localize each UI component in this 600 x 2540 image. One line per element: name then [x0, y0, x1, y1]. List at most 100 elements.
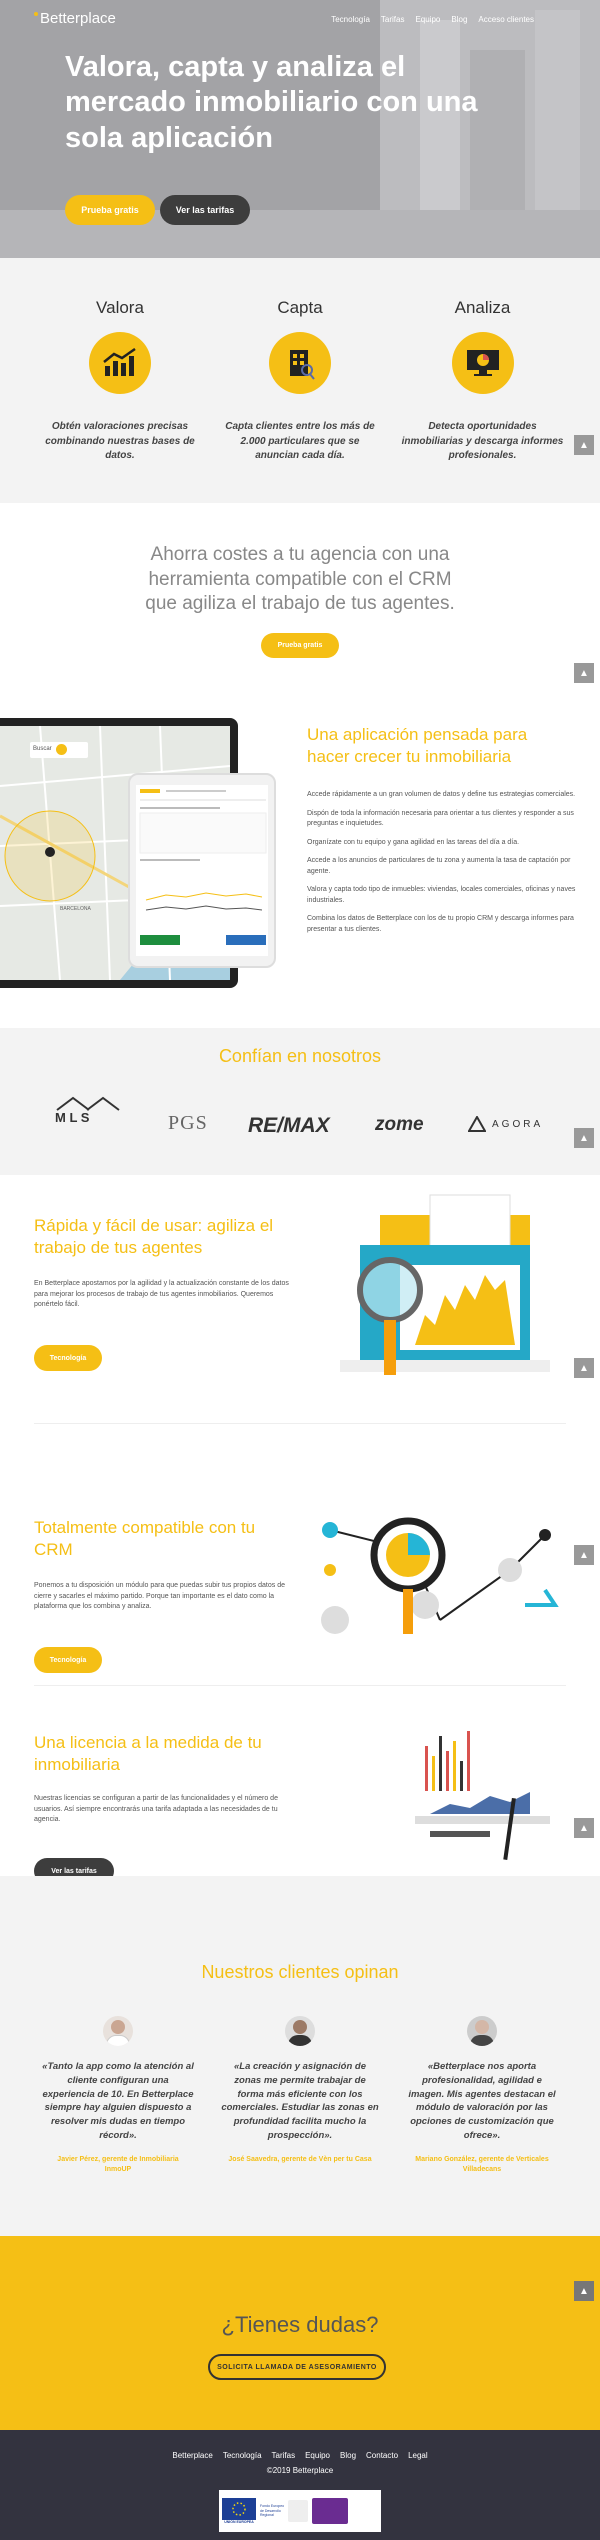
scroll-top-button[interactable]: ▲: [574, 663, 594, 683]
footer-link-betterplace[interactable]: Betterplace: [172, 2451, 212, 2460]
testimonial-card: «Betterplace nos aporta profesionalidad, …: [402, 2016, 562, 2176]
scroll-top-button[interactable]: ▲: [574, 1545, 594, 1565]
scroll-top-button[interactable]: ▲: [574, 435, 594, 455]
hero-trial-button[interactable]: Prueba gratis: [65, 195, 155, 225]
hero-section: Betterplace Tecnología Tarifas Equipo Bl…: [0, 0, 600, 258]
avatar: [103, 2016, 133, 2046]
footer-link-tarifas[interactable]: Tarifas: [272, 2451, 296, 2460]
chart-up-icon: [89, 332, 151, 394]
map-city-label: BARCELONA: [60, 906, 91, 912]
app-paragraph: Organízate con tu equipo y gana agilidad…: [307, 838, 520, 846]
app-section: Buscar BARCELONA Una aplicación pensada …: [0, 698, 600, 1028]
nav-acceso-clientes[interactable]: Acceso clientes: [478, 15, 534, 24]
testimonial-card: «La creación y asignación de zonas me per…: [220, 2016, 380, 2165]
feature-capta: Capta Capta clientes entre los más de 2.…: [220, 298, 380, 464]
eu-funding-banner: UNIÓN EUROPEA Fondo Europeo de Desarrollo…: [219, 2490, 381, 2532]
client-logo-mls: M L S: [55, 1096, 120, 1125]
scroll-top-button[interactable]: ▲: [574, 1358, 594, 1378]
app-paragraph: Combina los datos de Betterplace con los…: [307, 915, 574, 933]
crm-technology-button[interactable]: Tecnología: [34, 1647, 102, 1673]
logo-text: Betterplace: [40, 10, 116, 27]
testimonial-quote: «Betterplace nos aporta profesionalidad, …: [408, 2061, 556, 2141]
feature-text: Capta clientes entre los más de 2.000 pa…: [225, 421, 375, 461]
section-divider: [34, 1423, 566, 1424]
license-section: Una licencia a la medida de tu inmobilia…: [0, 1686, 600, 1876]
feature-text: Detecta oportunidades inmobiliarias y de…: [401, 421, 564, 461]
mls-house-icon: [56, 1096, 120, 1111]
hero-rates-button[interactable]: Ver las tarifas: [160, 195, 250, 225]
crm-network-illustration: [321, 1517, 559, 1634]
scroll-top-button[interactable]: ▲: [574, 1818, 594, 1838]
footer: Betterplace Tecnología Tarifas Equipo Bl…: [0, 2430, 600, 2540]
testimonial-author: José Saavedra, gerente de Vèn per tu Cas…: [228, 2155, 372, 2163]
crm-section: Totalmente compatible con tu CRM Ponemos…: [0, 1425, 600, 1650]
fast-text: En Betterplace apostamos por la agilidad…: [34, 1280, 289, 1308]
footer-links: Betterplace Tecnología Tarifas Equipo Bl…: [0, 2451, 600, 2460]
footer-link-equipo[interactable]: Equipo: [305, 2451, 330, 2460]
hero-title-line-1: Valora, capta y analiza el: [65, 51, 406, 83]
footer-link-contacto[interactable]: Contacto: [366, 2451, 398, 2460]
hero-title-line-3: sola aplicación: [65, 121, 273, 154]
client-logo-remax: RE/MAX: [248, 1114, 330, 1137]
app-paragraphs: Accede rápidamente a un gran volumen de …: [307, 790, 577, 935]
fast-title: Rápida y fácil de usar: agiliza el traba…: [34, 1216, 274, 1258]
eu-flag-icon: UNIÓN EUROPEA: [222, 2498, 256, 2524]
magnifier-laptop-illustration: [340, 1194, 550, 1375]
government-seal-icon: [288, 2500, 309, 2522]
feature-text: Obtén valoraciones precisas combinando n…: [45, 421, 195, 461]
testimonial-author: Javier Pérez, gerente de Inmobiliaria Inm…: [57, 2155, 179, 2174]
savings-text: Ahorra costes a tu agencia con una herra…: [145, 544, 455, 615]
trust-title: Confían en nosotros: [218, 1046, 382, 1066]
testimonials-section: Nuestros clientes opinan «Tanto la app c…: [0, 1876, 600, 2236]
footer-link-tecnologia[interactable]: Tecnología: [223, 2451, 262, 2460]
erdf-text: Fondo Europeo de Desarrollo Regional: [260, 2504, 285, 2518]
fast-technology-button[interactable]: Tecnología: [34, 1345, 102, 1371]
client-logo-pgs: PGS: [168, 1112, 208, 1134]
building-magnifier-icon: [269, 332, 331, 394]
feature-title: Analiza: [454, 298, 511, 317]
feature-analiza: Analiza Detecta oportunidades inmobiliar…: [400, 298, 565, 464]
nav-blog[interactable]: Blog: [451, 15, 467, 24]
crm-title: Totalmente compatible con tu CRM: [34, 1518, 256, 1560]
license-title: Una licencia a la medida de tu inmobilia…: [34, 1733, 262, 1775]
client-logo-zome: zome: [375, 1114, 424, 1135]
app-paragraph: Dispón de toda la información necesaria …: [307, 809, 574, 828]
app-paragraph: Valora y capta todo tipo de inmuebles: v…: [307, 886, 576, 904]
savings-section: Ahorra costes a tu agencia con una herra…: [0, 503, 600, 698]
avatar: [285, 2016, 315, 2046]
feature-title: Valora: [96, 298, 144, 317]
avatar: [467, 2016, 497, 2046]
license-text: Nuestras licencias se configuran a parti…: [34, 1795, 278, 1823]
app-paragraph: Accede rápidamente a un gran volumen de …: [307, 791, 576, 798]
top-nav: Tecnología Tarifas Equipo Blog Acceso cl…: [331, 15, 534, 24]
monitor-pie-icon: [451, 332, 514, 394]
footer-link-blog[interactable]: Blog: [340, 2451, 356, 2460]
testimonial-author: Mariano González, gerente de Verticales V…: [415, 2155, 549, 2174]
map-search-icon[interactable]: [56, 744, 67, 755]
scroll-top-button[interactable]: ▲: [574, 2281, 594, 2301]
nav-tarifas[interactable]: Tarifas: [381, 15, 405, 24]
feature-valora: Valora Obtén valoraciones precisas combi…: [40, 298, 200, 464]
testimonial-quote: «Tanto la app como la atención al cliente…: [42, 2061, 194, 2141]
fast-section: Rápida y fácil de usar: agiliza el traba…: [0, 1175, 600, 1425]
footer-link-legal[interactable]: Legal: [408, 2451, 428, 2460]
copyright: ©2019 Betterplace: [266, 2466, 334, 2475]
app-paragraph: Accede a los anuncios de particulares de…: [307, 857, 571, 875]
crm-text: Ponemos a tu disposición un módulo para …: [34, 1582, 285, 1610]
nav-equipo[interactable]: Equipo: [415, 15, 440, 24]
license-rates-button[interactable]: Ver las tarifas: [34, 1858, 114, 1876]
features-section: Valora Obtén valoraciones precisas combi…: [0, 258, 600, 503]
request-call-button[interactable]: SOLICITA LLAMADA DE ASESORAMIENTO: [208, 2354, 386, 2380]
testimonial-card: «Tanto la app como la atención al cliente…: [38, 2016, 198, 2176]
savings-trial-button[interactable]: Prueba gratis: [261, 633, 339, 658]
client-logo-agora: AGORA: [468, 1116, 543, 1132]
feature-title: Capta: [277, 298, 323, 317]
regional-agency-logo: [312, 2498, 349, 2524]
agora-triangle-icon: [468, 1116, 486, 1132]
testimonial-quote: «La creación y asignación de zonas me per…: [221, 2061, 379, 2141]
hero-title-line-2: mercado inmobiliario con una: [65, 86, 478, 119]
nav-tecnologia[interactable]: Tecnología: [331, 15, 370, 24]
tablet-mockup: [128, 773, 276, 968]
site-logo[interactable]: Betterplace: [34, 10, 116, 27]
scroll-top-button[interactable]: ▲: [574, 1128, 594, 1148]
